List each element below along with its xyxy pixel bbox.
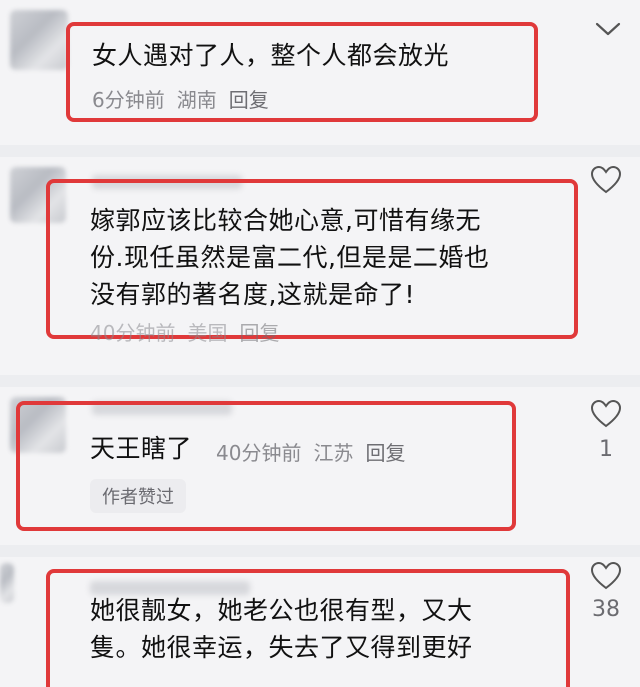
like-count: 38	[592, 597, 620, 622]
divider	[0, 145, 640, 157]
heart-icon[interactable]	[590, 561, 622, 591]
comment-meta: 40分钟前 美国 回复	[90, 317, 291, 346]
comment-text-line: 她很靓女，她老公也很有型，又大	[90, 596, 473, 625]
comment-time: 40分钟前	[90, 321, 176, 345]
comment-text: 女人遇对了人，整个人都会放光	[92, 41, 450, 70]
comment-3: 1 天王瞎了 40分钟前 江苏 回复 作者赞过	[0, 387, 640, 545]
reply-button[interactable]: 回复	[365, 441, 405, 465]
comment-time: 40分钟前	[216, 441, 302, 465]
reply-button[interactable]: 回复	[229, 88, 269, 112]
chevron-down-icon[interactable]	[594, 20, 622, 38]
divider	[0, 545, 640, 557]
author-liked-badge: 作者赞过	[90, 479, 186, 513]
comment-meta: 40分钟前 江苏 回复	[216, 437, 417, 466]
heart-icon[interactable]	[590, 165, 622, 195]
avatar[interactable]	[10, 10, 68, 70]
divider	[0, 375, 640, 387]
comment-location: 江苏	[313, 441, 354, 465]
comment-time: 6分钟前	[92, 88, 165, 112]
heart-icon[interactable]	[590, 399, 622, 429]
comment-text-line: 没有郭的著名度,这就是命了!	[90, 280, 415, 309]
avatar[interactable]	[0, 563, 14, 603]
comment-1: 女人遇对了人，整个人都会放光 6分钟前 湖南 回复	[0, 0, 640, 145]
comment-text-line: 嫁郭应该比较合她心意,可惜有缘无	[90, 206, 481, 235]
comment-text-line: 隻。她很幸运，失去了又得到更好	[90, 633, 473, 662]
reply-button[interactable]: 回复	[239, 321, 279, 345]
comment-2: 嫁郭应该比较合她心意,可惜有缘无 份.现任虽然是富二代,但是是二婚也 没有郭的著…	[0, 157, 640, 375]
comment-location: 湖南	[176, 88, 217, 112]
comment-meta: 6分钟前 湖南 回复	[92, 84, 281, 113]
comment-text-line: 份.现任虽然是富二代,但是是二婚也	[90, 243, 490, 272]
comment-4: 38 她很靓女，她老公也很有型，又大 隻。她很幸运，失去了又得到更好	[0, 557, 640, 687]
comment-text: 天王瞎了	[90, 434, 193, 463]
like-count: 1	[599, 437, 613, 462]
comment-location: 美国	[187, 321, 228, 345]
